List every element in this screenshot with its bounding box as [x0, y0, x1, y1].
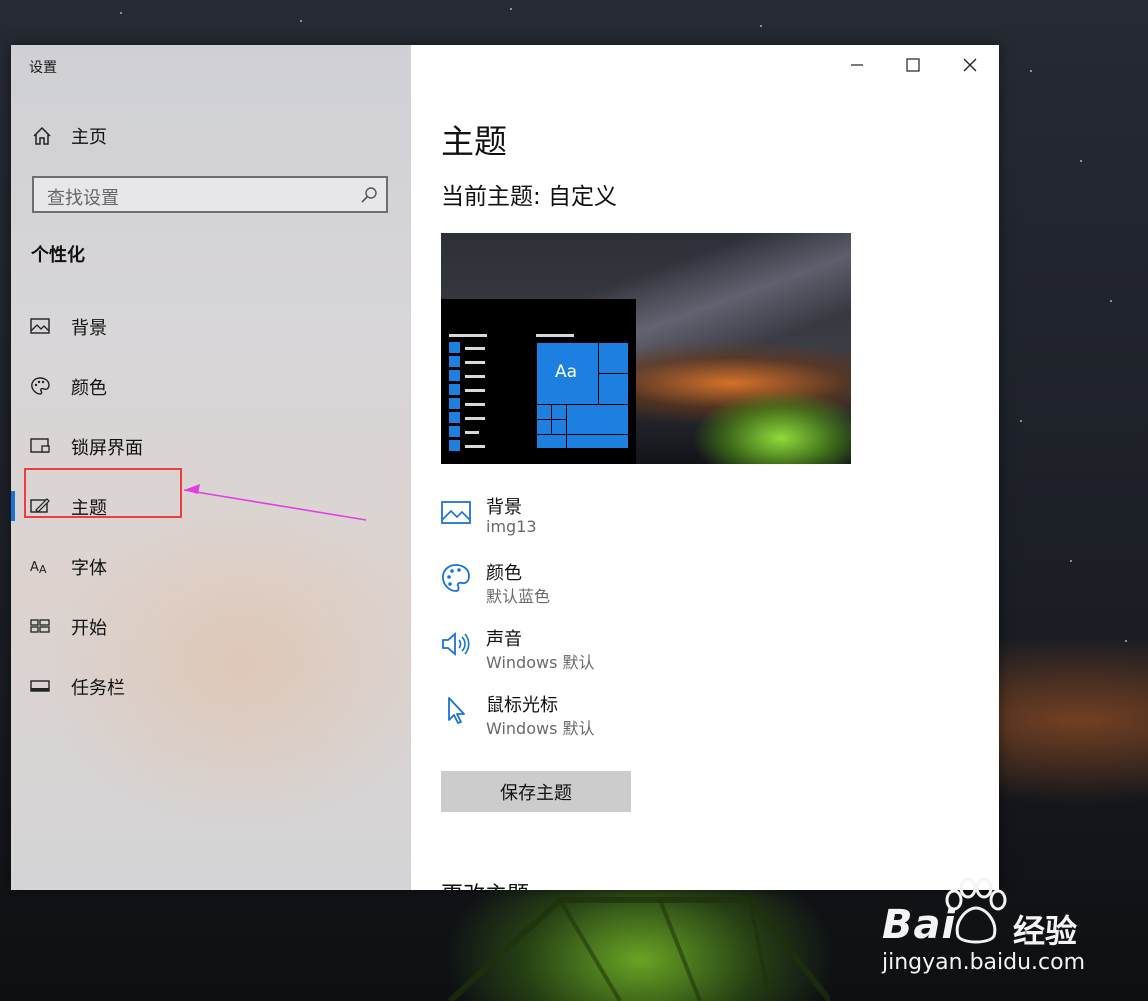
maximize-icon: [906, 58, 920, 72]
cursor-icon: [448, 697, 465, 724]
theme-preview: Aa: [441, 233, 851, 464]
sidebar-item-label: 开始: [71, 618, 107, 639]
preview-tile-text: Aa: [555, 362, 578, 382]
sidebar-item-fonts[interactable]: A A 字体: [11, 546, 411, 586]
tent-silhouette: [447, 897, 830, 1001]
sidebar-home[interactable]: 主页: [31, 123, 107, 149]
sidebar-item-label: 锁屏界面: [71, 438, 143, 459]
watermark-url: jingyan.baidu.com: [882, 950, 1086, 975]
palette-icon: [31, 377, 50, 395]
watermark-brand: Bai: [882, 902, 957, 948]
watermark-product: 经验: [1013, 912, 1078, 950]
theme-cursor-setting[interactable]: 鼠标光标 Windows 默认: [441, 691, 941, 743]
lock-screen-icon: [30, 438, 50, 453]
main-content: 主题 当前主题: 自定义 Aa 背景 img13 颜色 默认蓝色 声音 Wind…: [411, 45, 999, 890]
page-title: 主题: [441, 122, 507, 161]
search-input[interactable]: 查找设置: [32, 176, 388, 213]
baidu-watermark: Bai 经验 jingyan.baidu.com: [878, 876, 1088, 986]
preview-start-menu: Aa: [441, 299, 636, 464]
annotation-arrow: [183, 484, 367, 521]
sidebar-item-label: 背景: [71, 318, 107, 339]
close-button[interactable]: [942, 45, 998, 85]
save-theme-button[interactable]: 保存主题: [441, 771, 631, 812]
home-icon: [33, 126, 51, 145]
search-icon: [361, 187, 377, 203]
setting-title: 声音: [486, 629, 522, 650]
change-theme-heading: 更改主题: [441, 877, 529, 890]
picture-icon: [441, 501, 471, 524]
palette-icon: [442, 564, 470, 592]
sidebar-item-lock-screen[interactable]: 锁屏界面: [11, 426, 411, 466]
setting-title: 颜色: [486, 563, 522, 584]
close-icon: [963, 58, 977, 72]
start-icon: [30, 619, 50, 633]
setting-title: 鼠标光标: [486, 695, 558, 716]
sidebar-item-colors[interactable]: 颜色: [11, 366, 411, 406]
setting-value: 默认蓝色: [486, 587, 551, 606]
sidebar-item-label: 颜色: [71, 378, 107, 399]
setting-value: img13: [486, 517, 537, 536]
speaker-icon: [442, 632, 470, 656]
maximize-button[interactable]: [885, 45, 941, 85]
home-label: 主页: [71, 127, 107, 148]
sidebar: 设置 主页 查找设置 个性化 背景 颜色 锁屏界面 主题 A A 字体 开始 任…: [11, 45, 411, 890]
sidebar-item-taskbar[interactable]: 任务栏: [11, 666, 411, 706]
sidebar-item-background[interactable]: 背景: [11, 306, 411, 346]
sidebar-item-label: 字体: [71, 558, 107, 579]
theme-sound-setting[interactable]: 声音 Windows 默认: [441, 625, 941, 677]
current-theme-label: 当前主题: 自定义: [441, 184, 618, 210]
theme-background-setting[interactable]: 背景 img13: [441, 493, 941, 545]
setting-value: Windows 默认: [486, 719, 595, 738]
font-icon: A A: [30, 560, 47, 576]
svg-text:A: A: [30, 560, 39, 575]
minimize-button[interactable]: [829, 45, 885, 85]
svg-text:A: A: [39, 563, 47, 576]
section-heading: 个性化: [31, 245, 85, 266]
settings-window: 设置 主页 查找设置 个性化 背景 颜色 锁屏界面 主题 A A 字体 开始 任…: [11, 45, 999, 890]
annotation-highlight-box: [24, 468, 182, 518]
theme-color-setting[interactable]: 颜色 默认蓝色: [441, 559, 941, 611]
setting-value: Windows 默认: [486, 653, 595, 672]
app-title: 设置: [29, 60, 57, 76]
sidebar-item-start[interactable]: 开始: [11, 606, 411, 646]
sidebar-item-label: 任务栏: [71, 678, 125, 699]
picture-icon: [30, 318, 50, 334]
setting-title: 背景: [486, 497, 522, 518]
taskbar-icon: [30, 680, 50, 692]
search-placeholder: 查找设置: [47, 188, 119, 209]
active-indicator: [11, 491, 15, 521]
